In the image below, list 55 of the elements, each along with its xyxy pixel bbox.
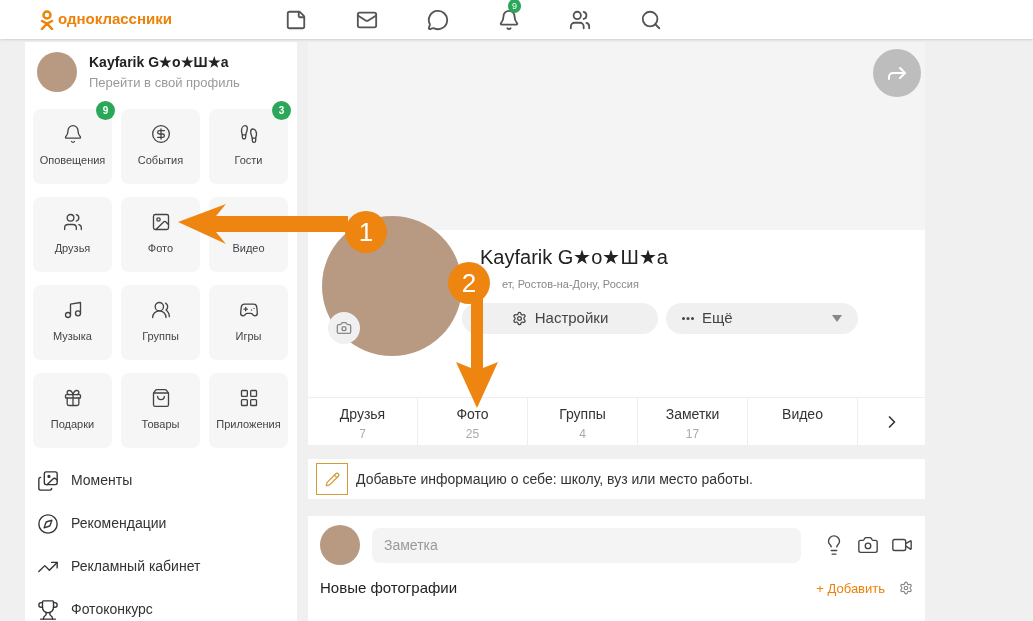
section-title: Новые фотографии: [320, 578, 459, 598]
profile-tab[interactable]: Группы 4: [528, 398, 638, 445]
count-badge: 3: [272, 100, 291, 120]
menu-tile[interactable]: События: [121, 108, 200, 184]
music-note-icon: [62, 299, 83, 320]
menu-tile[interactable]: Товары: [121, 372, 200, 448]
more-button[interactable]: Ещё: [666, 302, 858, 334]
shopping-bag-icon: [150, 387, 171, 408]
profile-details: ет, Ростов-на-Дону, Россия: [502, 277, 640, 292]
gear-icon[interactable]: [899, 581, 913, 596]
info-prompt[interactable]: Добавьте информацию о себе: школу, вуз или место работы.: [356, 468, 753, 490]
menu-link[interactable]: Рекламный кабинет: [37, 555, 289, 578]
avatar-photo: [320, 525, 360, 565]
caret-icon: [832, 314, 842, 322]
note-field[interactable]: Заметка: [372, 527, 801, 563]
bell-icon: [62, 123, 83, 144]
profile-name[interactable]: Kayfarik G★o★Ш★a: [89, 52, 240, 73]
menu-tile[interactable]: Подарки: [33, 372, 112, 448]
trophy-icon: [37, 598, 59, 621]
menu-link[interactable]: Рекомендации: [37, 512, 289, 535]
logo-icon: [40, 9, 54, 30]
notification-count: 9: [508, 0, 521, 13]
image-icon: [150, 211, 171, 232]
menu-link[interactable]: Фотоконкурс: [37, 598, 289, 621]
logo-text: одноклассники: [58, 9, 172, 30]
dots-icon: [682, 316, 694, 320]
menu-tile[interactable]: Группы: [121, 284, 200, 360]
menu-tile[interactable]: Фото: [121, 196, 200, 272]
profile-tab[interactable]: Друзья 7: [308, 398, 418, 445]
group-icon: [150, 299, 171, 320]
footprints-icon: [238, 123, 259, 144]
avatar-photo: [37, 52, 77, 93]
camera-icon: [336, 320, 352, 336]
people-icon: [62, 211, 83, 232]
menu-link[interactable]: Моменты: [37, 469, 289, 492]
friends-icon[interactable]: [569, 8, 591, 31]
chat-icon[interactable]: [427, 8, 449, 31]
grid-icon: [238, 387, 259, 408]
menu-tile[interactable]: Друзья: [33, 196, 112, 272]
coin-icon: [150, 123, 171, 144]
pencil-icon: [324, 471, 340, 487]
menu-tile[interactable]: Игры: [209, 284, 288, 360]
menu-tile[interactable]: Приложения: [209, 372, 288, 448]
gear-icon: [511, 310, 527, 326]
gift-icon: [62, 387, 83, 408]
compass-icon: [37, 512, 59, 535]
feed-icon[interactable]: [285, 8, 307, 31]
camera-icon[interactable]: [857, 534, 879, 556]
search-icon[interactable]: [640, 8, 662, 31]
settings-button[interactable]: Настройки: [462, 302, 658, 334]
bell-icon[interactable]: [498, 8, 520, 31]
profile-tab[interactable]: Заметки 17: [638, 398, 748, 445]
menu-tile[interactable]: Музыка: [33, 284, 112, 360]
profile-tab[interactable]: Видео: [748, 398, 858, 445]
count-badge: 9: [96, 100, 115, 120]
